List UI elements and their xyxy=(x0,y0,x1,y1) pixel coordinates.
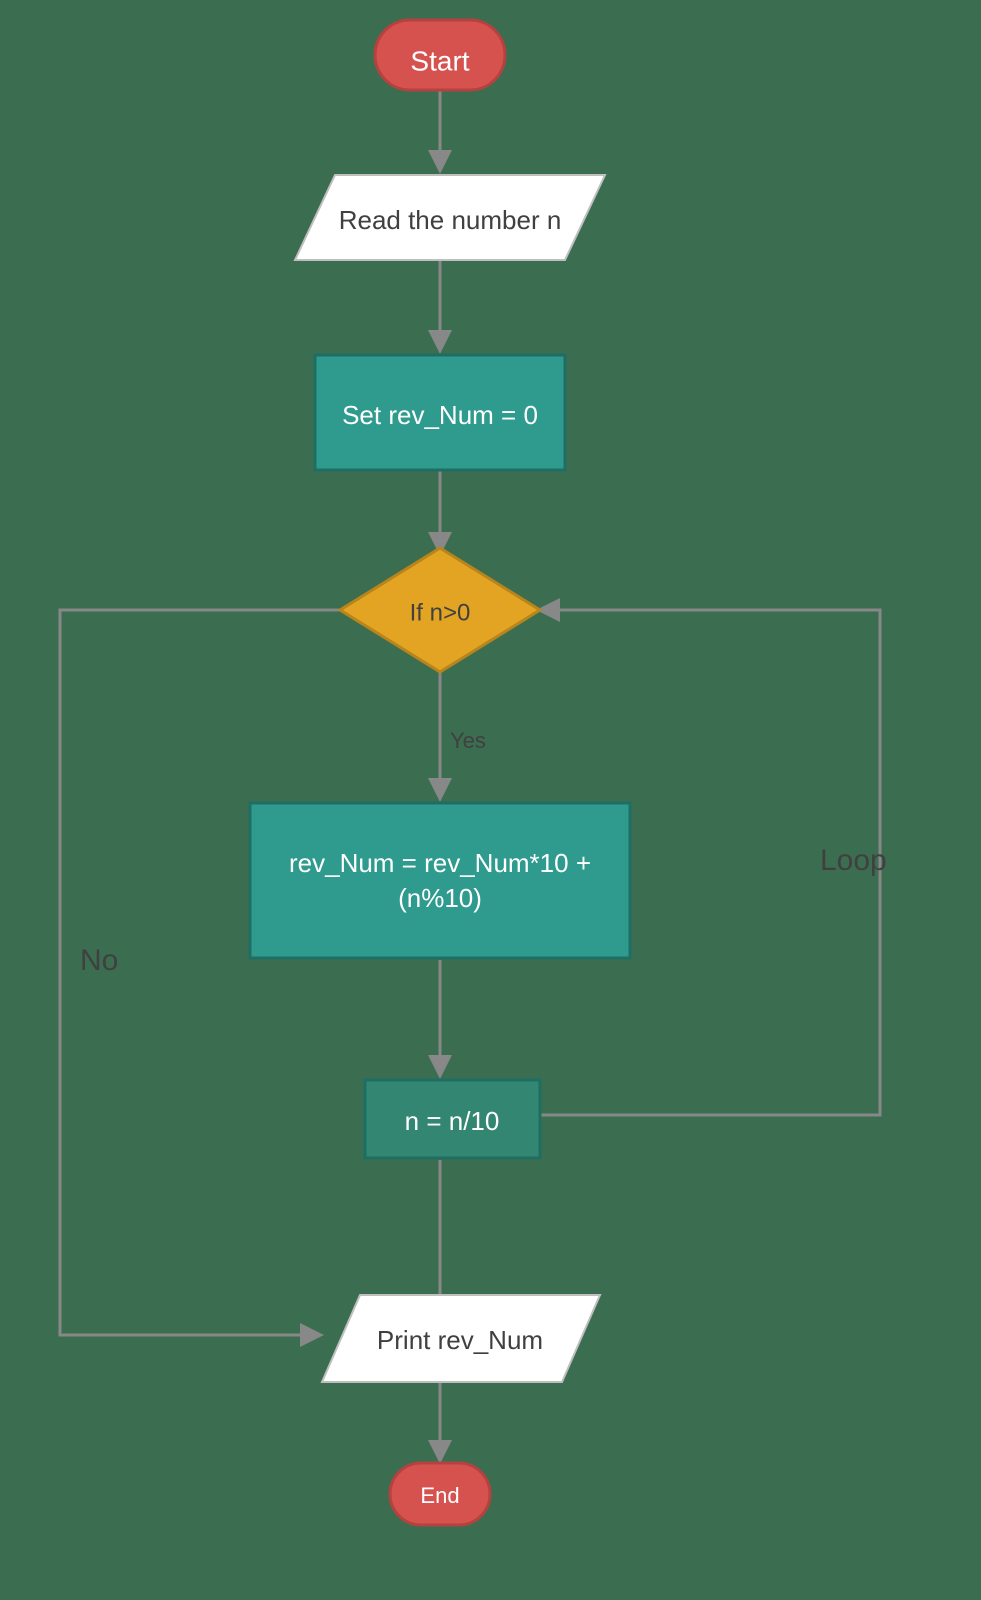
process-divide-label: n = n/10 xyxy=(405,1106,500,1136)
process-init: Set rev_Num = 0 xyxy=(315,355,565,470)
flowchart-canvas: Yes No Loop Start Read the number n Set … xyxy=(0,0,981,1600)
decision-label: If n>0 xyxy=(410,599,471,626)
process-init-label: Set rev_Num = 0 xyxy=(342,400,538,430)
io-read-label: Read the number n xyxy=(339,205,562,235)
io-read: Read the number n xyxy=(295,175,605,260)
edge-label-no: No xyxy=(80,944,118,977)
terminal-end-label: End xyxy=(420,1483,459,1508)
edge-label-loop: Loop xyxy=(820,844,887,877)
terminal-end: End xyxy=(390,1463,490,1525)
io-print-label: Print rev_Num xyxy=(377,1325,543,1355)
process-divide: n = n/10 xyxy=(365,1080,540,1158)
io-print: Print rev_Num xyxy=(322,1295,600,1382)
process-calc-line2: (n%10) xyxy=(398,883,482,913)
process-calc-line1: rev_Num = rev_Num*10 + xyxy=(289,848,591,878)
process-calc: rev_Num = rev_Num*10 + (n%10) xyxy=(250,803,630,958)
terminal-start: Start xyxy=(375,20,505,90)
edge-label-yes: Yes xyxy=(450,728,486,753)
decision-node: If n>0 xyxy=(340,548,540,672)
terminal-start-label: Start xyxy=(410,45,469,76)
